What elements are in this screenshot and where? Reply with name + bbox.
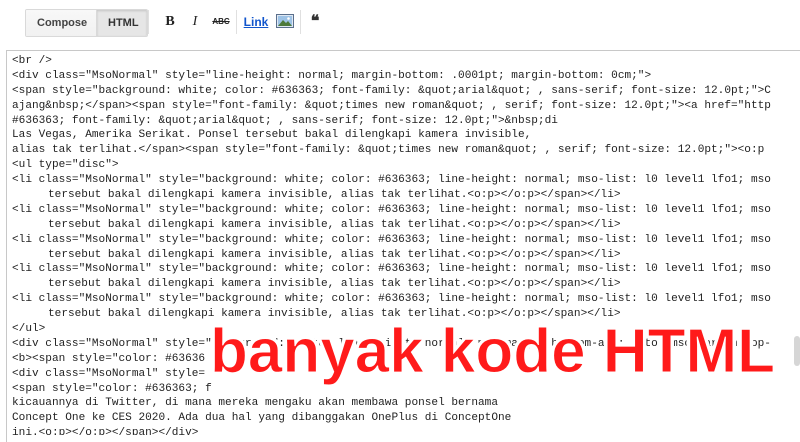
insert-image-icon[interactable] [276,14,294,28]
toolbar-divider [148,10,149,34]
code-line: tersebut bakal dilengkapi kamera invisib… [48,189,621,202]
scrollbar[interactable] [794,336,800,366]
code-line: alias tak terlihat.</span><span style="f… [12,144,765,157]
code-line: ajang&nbsp;</span><span style="font-fami… [12,99,771,112]
code-line: <li class="MsoNormal" style="background:… [12,293,771,306]
image-icon [276,14,294,28]
editor-toolbar: Compose HTML B I ABC Link ❝ [0,0,800,46]
overlay-caption: banyak kode HTML [210,317,776,387]
code-line: #636363; font-family: &quot;arial&quot; … [12,114,558,127]
compose-button[interactable]: Compose [26,10,97,36]
code-line: <li class="MsoNormal" style="background:… [12,174,771,187]
code-line: <li class="MsoNormal" style="background:… [12,233,771,246]
code-line: <li class="MsoNormal" style="background:… [12,203,771,216]
code-line: Las Vegas, Amerika Serikat. Ponsel terse… [12,129,532,142]
code-line: Concept One ke CES 2020. Ada dua hal yan… [12,412,512,425]
mode-toggle: Compose HTML [25,9,148,37]
toolbar-divider [300,10,301,34]
code-line: <div class="MsoNormal" style="line-heigh… [12,69,652,82]
strikethrough-icon[interactable]: ABC [211,13,231,31]
bold-icon[interactable]: B [163,13,177,31]
italic-icon[interactable]: I [188,13,202,31]
code-line: <br /> [12,55,52,67]
code-line: tersebut bakal dilengkapi kamera invisib… [48,218,621,231]
quote-icon[interactable]: ❝ [307,13,323,31]
code-line: <li class="MsoNormal" style="background:… [12,263,771,276]
code-line: tersebut bakal dilengkapi kamera invisib… [48,248,621,261]
code-line: tersebut bakal dilengkapi kamera invisib… [48,278,621,291]
code-line: <ul type="disc"> [12,159,119,172]
toolbar-divider [236,10,237,34]
code-line: ini.<o:p></o:p></span></div> [12,427,199,435]
code-line: <span style="background: white; color: #… [12,84,771,97]
code-line: kicauannya di Twitter, di mana mereka me… [12,397,498,410]
link-button[interactable]: Link [243,13,269,31]
html-button[interactable]: HTML [97,10,147,36]
